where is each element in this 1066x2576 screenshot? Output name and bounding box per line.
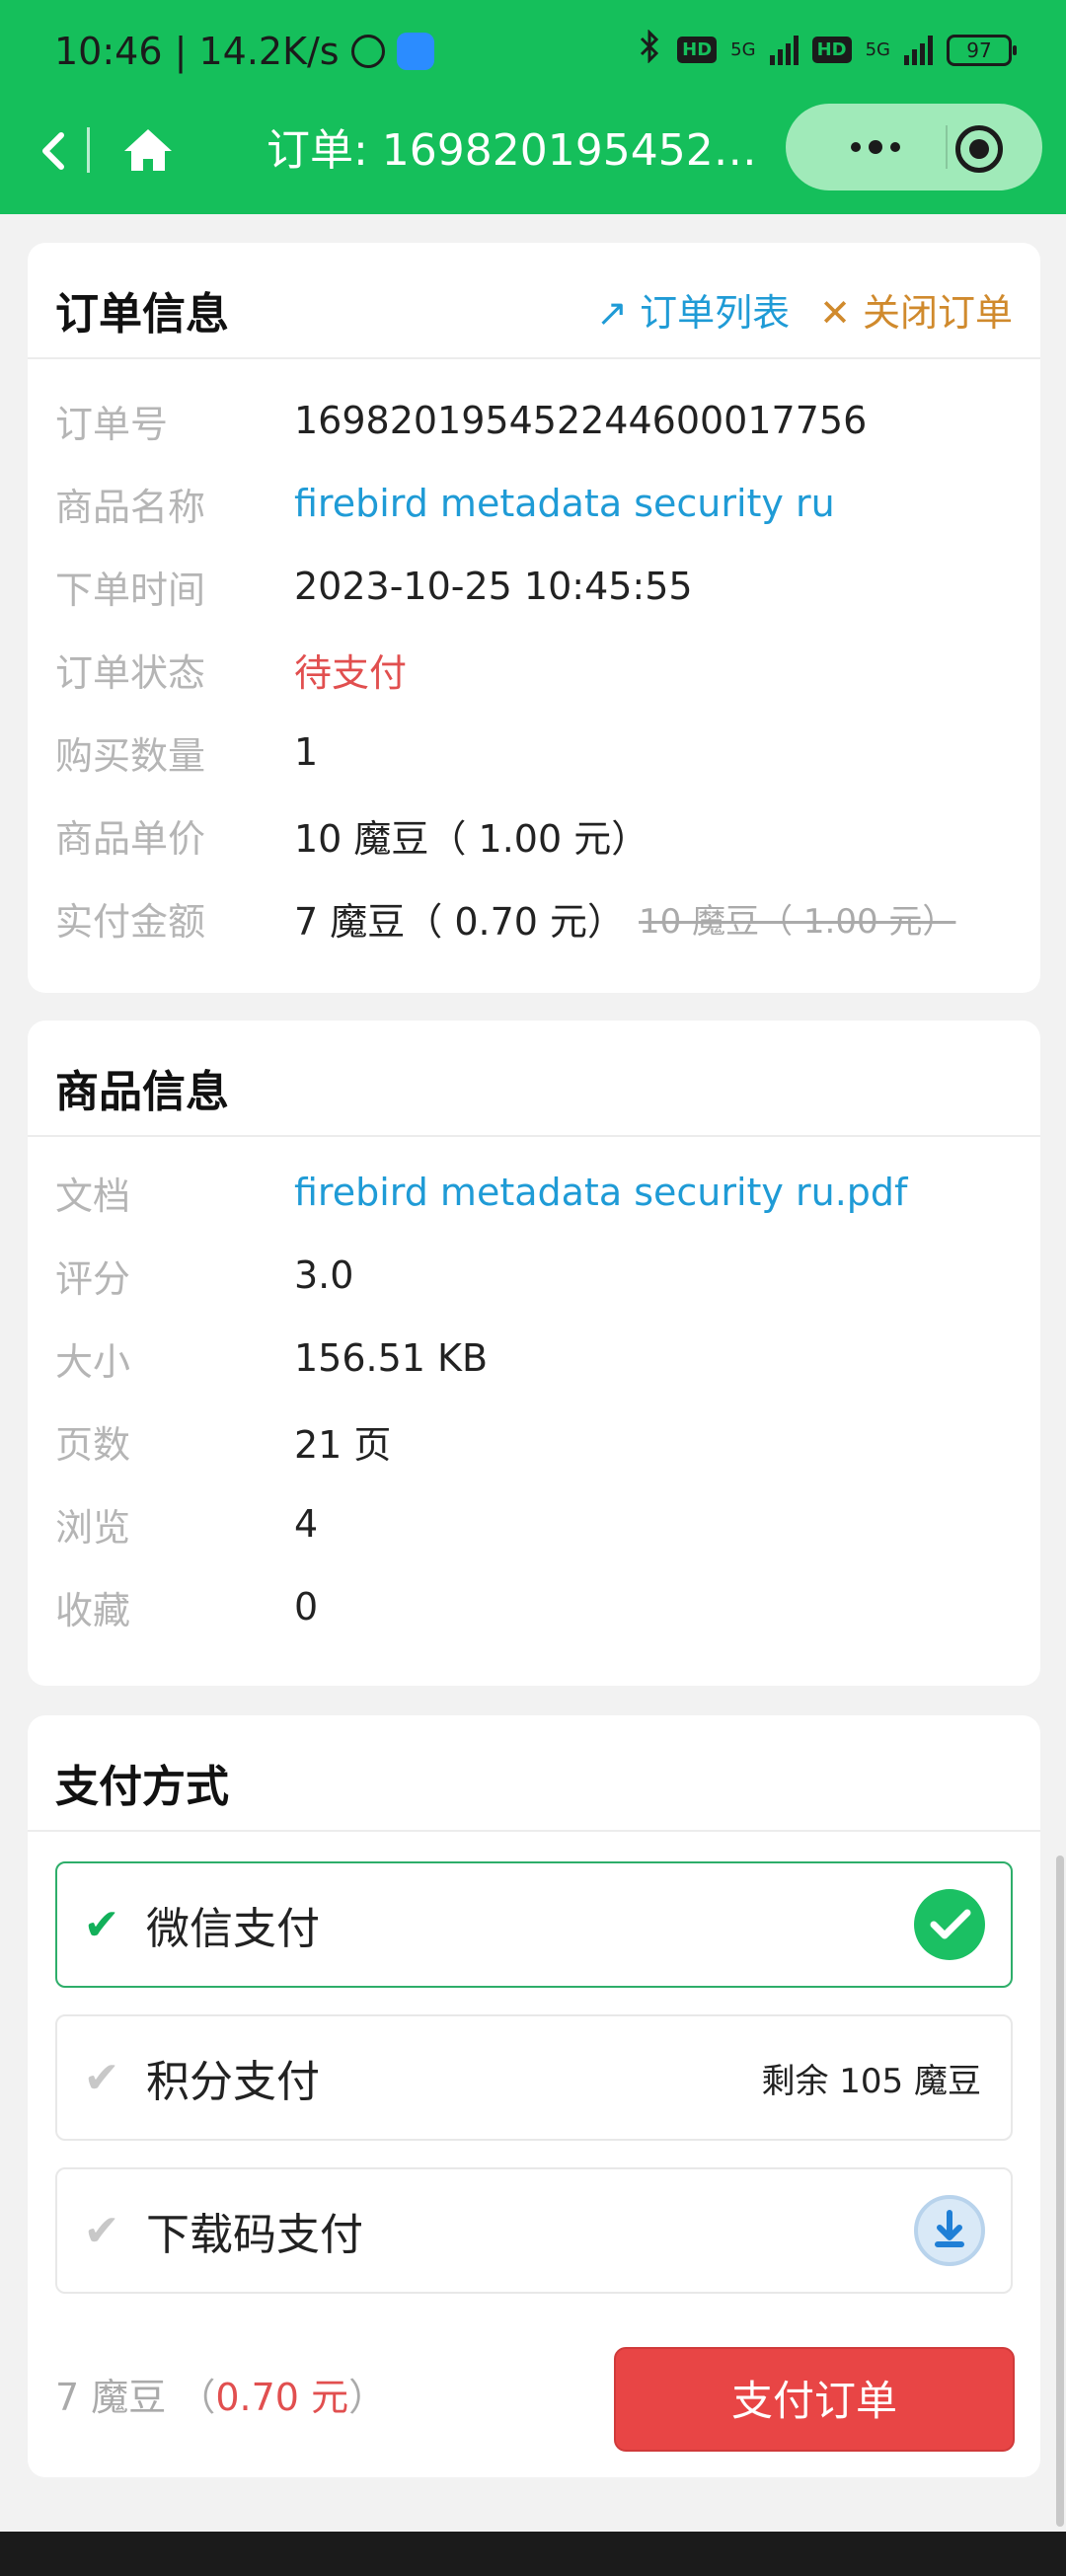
row-key: 商品名称 [55,485,206,529]
close-order-link[interactable]: ✕ 关闭订单 [819,282,1013,337]
pay-option-label: 积分支付 [146,2057,320,2107]
back-icon[interactable] [28,123,83,179]
time-speed: 10:46 | 14.2K/s [54,30,340,73]
row-key: 浏览 [55,1505,131,1550]
total-amount: 7 魔豆 （0.70 元） [55,2367,386,2421]
points-pay-option[interactable]: ✔ 积分支付 剩余 105 魔豆 [55,2014,1013,2141]
download-icon [914,2195,985,2266]
alarm-icon [350,35,385,68]
unit-price: 10 魔豆（ 1.00 元） [294,816,649,861]
page-count: 21 页 [294,1422,392,1467]
order-info-header: 订单信息 ↗ 订单列表 ✕ 关闭订单 [28,243,1040,359]
row-key: 文档 [55,1174,131,1218]
row-key: 商品单价 [55,816,206,861]
page-title: 订单: 1698201954522446… [266,125,780,176]
check-icon: ✔ [83,2052,120,2103]
product-info-header: 商品信息 [28,1021,1040,1137]
order-list-link[interactable]: ↗ 订单列表 [596,282,790,337]
row-key: 大小 [55,1339,131,1384]
order-status: 待支付 [294,650,408,695]
status-left: 10:46 | 14.2K/s [54,30,434,73]
favorites-row: 收藏 0 [28,1565,1040,1648]
download-code-pay-option[interactable]: ✔ 下载码支付 [55,2167,1013,2294]
network-5g-label-2: 5G [865,39,890,60]
points-balance: 剩余 105 魔豆 [761,2061,981,2101]
pay-option-label: 下载码支付 [146,2210,363,2260]
hd-badge-2: HD [811,37,852,63]
file-size: 156.51 KB [294,1336,489,1380]
scrollbar[interactable] [1056,1856,1064,2527]
app-notification-icon [396,33,434,70]
payment-header: 支付方式 [28,1715,1040,1832]
check-icon: ✔ [83,2205,120,2256]
payment-title: 支付方式 [55,1762,229,1812]
check-icon: ✔ [83,1899,120,1950]
order-actions: ↗ 订单列表 ✕ 关闭订单 [596,282,1013,337]
bluetooth-icon [636,29,663,70]
total-yuan: 0.70 元 [215,2376,349,2419]
document-link[interactable]: firebird metadata security ru.pdf [294,1171,907,1214]
order-info-card: 订单信息 ↗ 订单列表 ✕ 关闭订单 订单号 16982019545224460… [28,243,1040,993]
favorite-count: 0 [294,1585,319,1629]
order-time: 2023-10-25 10:45:55 [294,565,693,608]
home-icon[interactable] [118,121,178,177]
row-key: 订单号 [55,402,169,446]
miniapp-capsule [786,104,1042,190]
total-close-paren: ） [348,2376,387,2419]
pages-row: 页数 21 页 [28,1400,1040,1482]
pay-order-button[interactable]: 支付订单 [614,2347,1015,2452]
paid-amount-row: 实付金额 7 魔豆（ 0.70 元） 10 魔豆（ 1.00 元） [28,876,1040,959]
row-key: 实付金额 [55,899,206,944]
document-row: 文档 firebird metadata security ru.pdf [28,1151,1040,1234]
product-name-row: 商品名称 firebird metadata security ru [28,462,1040,545]
row-key: 下单时间 [55,568,206,612]
order-number-row: 订单号 169820195452244600017756 [28,379,1040,462]
row-key: 订单状态 [55,650,206,695]
original-price: 10 魔豆（ 1.00 元） [639,901,956,942]
nav-divider [87,127,90,173]
paid-amount: 7 魔豆（ 0.70 元） [294,899,626,944]
view-count: 4 [294,1502,319,1546]
signal-icon [769,35,799,65]
row-key: 购买数量 [55,733,206,778]
row-key: 页数 [55,1422,131,1467]
total-beans: 7 魔豆 [55,2376,167,2419]
quantity-row: 购买数量 1 [28,711,1040,794]
hd-badge: HD [677,37,718,63]
product-info-rows: 文档 firebird metadata security ru.pdf 评分 … [28,1137,1040,1648]
top-bar: 10:46 | 14.2K/s HD 5G HD 5G 97 订单: 16982… [0,0,1066,214]
total-open-paren: （ [178,2376,216,2419]
rating: 3.0 [294,1253,354,1297]
views-row: 浏览 4 [28,1482,1040,1565]
rating-row: 评分 3.0 [28,1234,1040,1317]
more-icon[interactable] [821,123,930,171]
unit-price-row: 商品单价 10 魔豆（ 1.00 元） [28,794,1040,876]
order-status-row: 订单状态 待支付 [28,628,1040,711]
size-row: 大小 156.51 KB [28,1317,1040,1400]
status-right: HD 5G HD 5G 97 [636,29,1017,70]
close-miniapp-icon[interactable] [955,125,1003,173]
network-5g-label: 5G [730,39,756,60]
order-time-row: 下单时间 2023-10-25 10:45:55 [28,545,1040,628]
wechat-pay-option[interactable]: ✔ 微信支付 [55,1861,1013,1988]
payment-card: 支付方式 ✔ 微信支付 ✔ 积分支付 剩余 105 魔豆 ✔ 下载码支付 7 魔… [28,1715,1040,2477]
system-nav-bar [0,2532,1066,2576]
order-info-rows: 订单号 169820195452244600017756 商品名称 firebi… [28,359,1040,959]
pay-option-label: 微信支付 [146,1904,320,1954]
signal-icon-2 [904,35,933,65]
order-number: 169820195452244600017756 [294,399,868,442]
row-key: 评分 [55,1256,131,1301]
status-bar: 10:46 | 14.2K/s HD 5G HD 5G 97 [0,0,1066,109]
product-info-card: 商品信息 文档 firebird metadata security ru.pd… [28,1021,1040,1686]
battery-icon: 97 [947,34,1017,66]
capsule-divider [946,125,948,169]
order-info-title: 订单信息 [55,289,229,340]
row-key: 收藏 [55,1588,131,1632]
wechat-icon [914,1889,985,1960]
product-name-link[interactable]: firebird metadata security ru [294,482,835,525]
quantity: 1 [294,730,319,774]
navigation-bar: 订单: 1698201954522446… [0,104,1066,212]
product-info-title: 商品信息 [55,1067,229,1117]
